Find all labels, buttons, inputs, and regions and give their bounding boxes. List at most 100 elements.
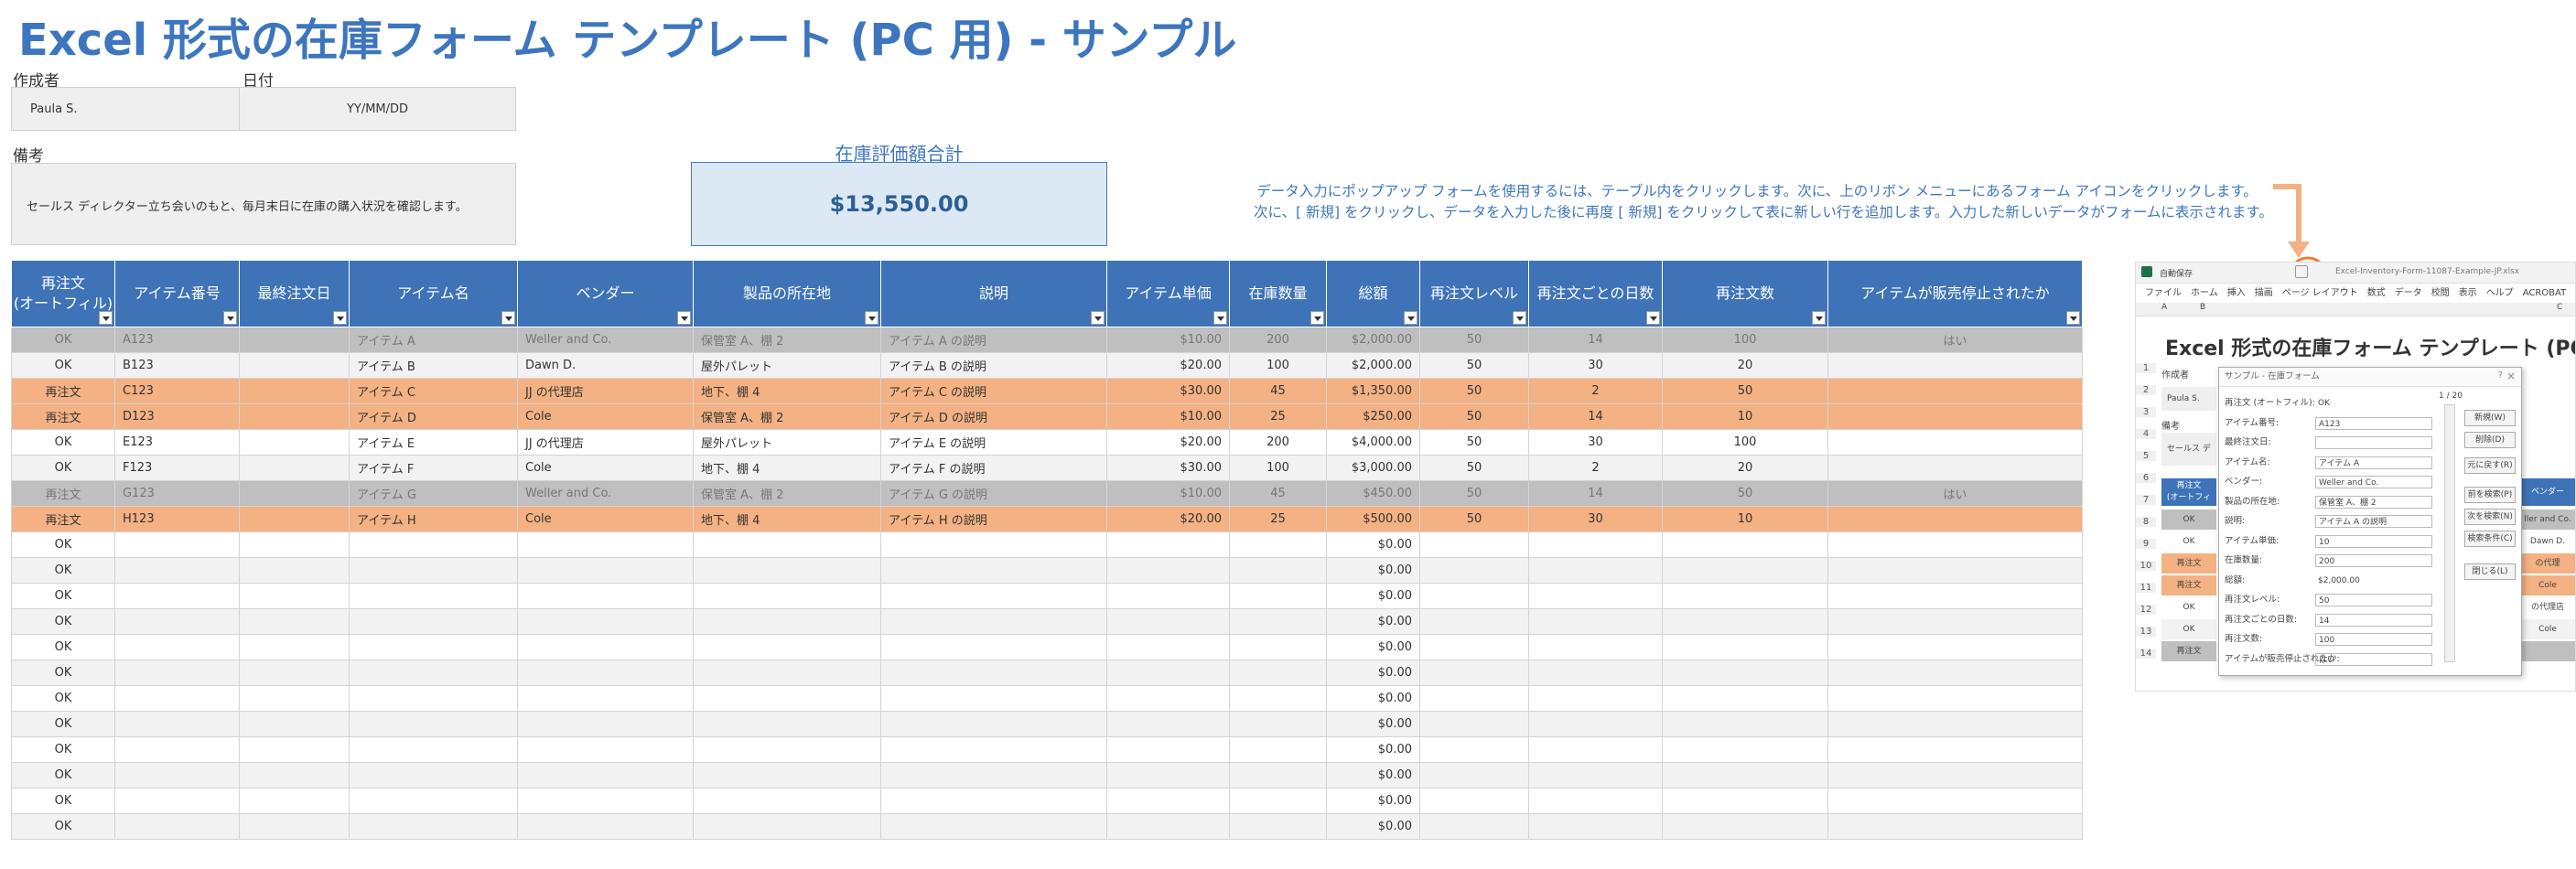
filter-dropdown-icon[interactable] [1091,311,1105,325]
table-cell[interactable] [239,531,350,558]
column-header[interactable]: 再注文レベル [1419,260,1529,327]
table-cell[interactable] [1827,403,2083,430]
table-cell[interactable] [1827,711,2083,737]
table-cell[interactable] [1827,583,2083,609]
table-row[interactable]: OK $0.00 [11,788,2083,814]
table-cell[interactable] [1528,788,1663,814]
table-cell[interactable]: OK [11,660,115,686]
table-cell[interactable] [239,455,350,481]
table-cell[interactable] [1827,608,2083,635]
table-cell[interactable]: OK [11,711,115,737]
dialog-button[interactable]: 元に戻す(R) [2464,457,2516,474]
table-cell[interactable]: $0.00 [1326,634,1420,660]
table-cell[interactable] [1827,531,2083,558]
table-cell[interactable] [1229,711,1327,737]
table-cell[interactable] [114,608,240,635]
table-cell[interactable] [1229,660,1327,686]
table-cell[interactable] [1662,736,1828,763]
table-cell[interactable] [1662,583,1828,609]
table-cell[interactable] [1827,634,2083,660]
table-cell[interactable] [880,531,1107,558]
table-cell[interactable]: $0.00 [1326,762,1420,789]
table-cell[interactable] [1528,557,1663,584]
table-cell[interactable]: アイテム C の説明 [880,378,1107,404]
table-cell[interactable]: 25 [1229,403,1327,430]
dialog-field-input[interactable]: 200 [2315,554,2432,567]
table-cell[interactable]: アイテム G の説明 [880,480,1107,507]
table-cell[interactable] [517,813,694,840]
table-cell[interactable]: 屋外パレット [693,352,881,379]
table-cell[interactable]: Dawn D. [517,352,694,379]
table-cell[interactable]: 50 [1419,403,1529,430]
table-cell[interactable] [1528,685,1663,712]
table-cell[interactable] [1662,711,1828,737]
column-header[interactable]: 再注文ごとの日数 [1528,260,1663,327]
table-cell[interactable] [880,788,1107,814]
form-icon[interactable] [2295,265,2308,278]
table-cell[interactable] [1528,608,1663,635]
table-cell[interactable] [693,736,881,763]
table-cell[interactable]: $30.00 [1106,378,1230,404]
ribbon-tab[interactable]: 挿入 [2227,288,2246,298]
table-cell[interactable]: 再注文 [11,506,115,532]
table-cell[interactable]: $2,000.00 [1326,352,1420,379]
table-cell[interactable]: 50 [1419,429,1529,456]
table-cell[interactable]: 50 [1419,352,1529,379]
table-row[interactable]: 再注文 G123 アイテム G Weller and Co. 保管室 A、棚 2 アイテム… [11,480,2083,507]
table-cell[interactable]: $20.00 [1106,506,1230,532]
table-row[interactable]: OK $0.00 [11,608,2083,635]
table-cell[interactable] [1106,711,1230,737]
table-cell[interactable] [1662,762,1828,789]
table-cell[interactable]: $4,000.00 [1326,429,1420,456]
table-row[interactable]: OK $0.00 [11,736,2083,763]
table-cell[interactable]: $10.00 [1106,480,1230,507]
table-cell[interactable] [1827,736,2083,763]
table-cell[interactable]: OK [11,352,115,379]
ribbon-tab[interactable]: ヘルプ [2486,288,2514,298]
table-row[interactable]: OK $0.00 [11,762,2083,789]
table-cell[interactable] [239,557,350,584]
table-cell[interactable]: $250.00 [1326,403,1420,430]
table-cell[interactable] [1662,634,1828,660]
table-row[interactable]: OK $0.00 [11,583,2083,609]
table-cell[interactable] [517,557,694,584]
ribbon-tab[interactable]: 数式 [2367,288,2386,298]
table-cell[interactable] [880,608,1107,635]
filter-dropdown-icon[interactable] [501,311,515,325]
dialog-button[interactable]: 検索条件(C) [2464,531,2516,547]
table-cell[interactable] [1229,685,1327,712]
dialog-field-input[interactable]: 10 [2315,534,2432,548]
table-cell[interactable] [1229,531,1327,558]
table-row[interactable]: OK $0.00 [11,531,2083,558]
table-cell[interactable]: OK [11,685,115,712]
table-cell[interactable] [1662,813,1828,840]
filter-dropdown-icon[interactable] [1646,311,1660,325]
table-cell[interactable]: 屋外パレット [693,429,881,456]
table-row[interactable]: OK E123 アイテム E JJ の代理店 屋外パレット アイテム E の説明 $20.0… [11,429,2083,456]
dialog-field-input[interactable]: アイテム A [2315,456,2432,469]
table-cell[interactable]: 50 [1419,480,1529,507]
table-cell[interactable]: B123 [114,352,240,379]
table-cell[interactable] [1827,557,2083,584]
table-cell[interactable] [239,403,350,430]
table-cell[interactable] [880,711,1107,737]
table-cell[interactable] [239,378,350,404]
column-header[interactable]: 製品の所在地 [693,260,881,327]
author-field[interactable]: Paula S. [11,87,240,131]
ribbon-tab[interactable]: データ [2395,288,2422,298]
table-cell[interactable] [239,480,350,507]
table-cell[interactable] [517,711,694,737]
table-cell[interactable]: 30 [1528,506,1663,532]
table-cell[interactable]: アイテム D [349,403,518,430]
table-cell[interactable]: OK [11,455,115,481]
table-row[interactable]: 再注文 H123 アイテム H Cole 地下、棚 4 アイテム H の説明 $20.00 2… [11,506,2083,532]
dialog-field-input[interactable]: A123 [2315,416,2432,430]
table-cell[interactable]: 45 [1229,480,1327,507]
table-cell[interactable] [114,762,240,789]
dialog-button[interactable]: 閉じる(L) [2464,563,2516,580]
table-cell[interactable] [1106,557,1230,584]
table-cell[interactable] [693,608,881,635]
table-cell[interactable] [349,583,518,609]
table-cell[interactable]: アイテム F の説明 [880,455,1107,481]
dialog-field-input[interactable]: Weller and Co. [2315,476,2432,488]
